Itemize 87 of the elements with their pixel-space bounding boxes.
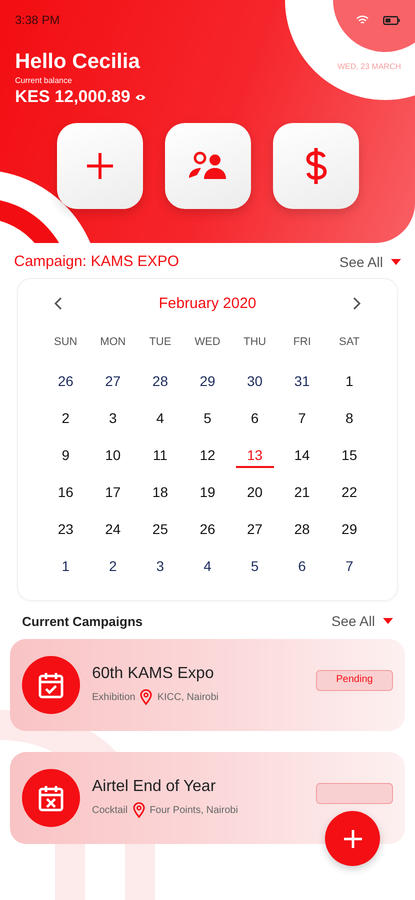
campaign-type: Cocktail [92, 804, 128, 816]
calendar-day[interactable]: 23 [46, 514, 85, 542]
calendar-day[interactable]: 13 [236, 440, 274, 468]
calendar-day[interactable]: 5 [188, 403, 226, 431]
balance-label: Current balance [15, 76, 73, 85]
calendar-day[interactable]: 31 [283, 366, 322, 394]
see-all-button[interactable]: See All [331, 613, 393, 629]
calendar-day[interactable]: 29 [188, 366, 226, 394]
section-title: Current Campaigns [22, 614, 143, 628]
campaign-name: Airtel End of Year [92, 778, 217, 796]
calendar-day[interactable]: 5 [236, 551, 274, 579]
caret-icon [391, 258, 401, 264]
plus-icon [84, 151, 114, 181]
action-button[interactable] [56, 123, 142, 209]
weekday-label: TUE [149, 336, 172, 350]
see-all-button[interactable]: See All [339, 254, 401, 270]
chevron-left-icon [54, 297, 62, 310]
calendar-day[interactable]: 26 [188, 514, 226, 542]
plus-icon [342, 828, 362, 848]
action-button[interactable] [272, 123, 358, 209]
status-badge: Pending [316, 670, 393, 690]
weekday-label: MON [100, 336, 126, 350]
campaign-location: Four Points, Nairobi [150, 804, 238, 816]
calendar-day[interactable]: 21 [283, 477, 322, 505]
calendar-day[interactable]: 7 [330, 551, 368, 579]
eye-icon[interactable] [135, 94, 146, 100]
calendar-day[interactable]: 28 [141, 366, 180, 394]
greeting: Hello Cecilia [15, 50, 140, 74]
calendar-day[interactable]: 11 [141, 440, 180, 468]
calendar-day[interactable]: 6 [236, 403, 274, 431]
calendar-day[interactable]: 9 [46, 440, 85, 468]
campaign-name: 60th KAMS Expo [92, 665, 215, 683]
calendar-day[interactable]: 4 [188, 551, 226, 579]
calendar-day[interactable]: 17 [94, 477, 132, 505]
calendar-day[interactable]: 16 [46, 477, 85, 505]
calendar-day[interactable]: 3 [94, 403, 132, 431]
calendar-day[interactable]: 15 [330, 440, 368, 468]
calendar-day[interactable]: 1 [46, 551, 85, 579]
campaign-card[interactable]: Airtel End of Year Cocktail Four Points, Nairobi [10, 752, 405, 844]
calendar-day[interactable]: 27 [94, 366, 132, 394]
calendar-day[interactable]: 2 [46, 403, 85, 431]
calendar-day[interactable]: 19 [188, 477, 226, 505]
calendar-day[interactable]: 8 [330, 403, 368, 431]
calendar-day[interactable]: 25 [141, 514, 180, 542]
calendar-day[interactable]: 30 [236, 366, 274, 394]
action-button[interactable] [164, 123, 250, 209]
calendar-day[interactable]: 10 [94, 440, 132, 468]
location-pin-icon [140, 689, 152, 705]
calendar-day[interactable]: 26 [46, 366, 85, 394]
location-pin-icon [132, 802, 145, 818]
calendar-day[interactable]: 12 [188, 440, 226, 468]
balance-amount: KES 12,000.89 [15, 87, 130, 107]
people-icon [186, 150, 228, 182]
calendar-day[interactable]: 22 [330, 477, 368, 505]
add-button[interactable] [325, 811, 380, 866]
calendar-day[interactable]: 20 [236, 477, 274, 505]
status-time: 3:38 PM [15, 13, 60, 27]
calendar-cross-icon [37, 784, 65, 812]
calendar-day[interactable]: 6 [283, 551, 322, 579]
campaign-card[interactable]: 60th KAMS Expo Exhibition KICC, Nairobi Pending [10, 639, 405, 731]
calendar-day[interactable]: 27 [236, 514, 274, 542]
wifi-icon [356, 15, 369, 25]
calendar-day[interactable]: 18 [141, 477, 180, 505]
calendar-day[interactable]: 14 [283, 440, 322, 468]
dollar-icon [304, 146, 328, 186]
date-label: WED, 23 MARCH [337, 62, 401, 71]
campaign-type: Exhibition [92, 692, 136, 702]
calendar-day[interactable]: 1 [330, 366, 368, 394]
weekday-label: SAT [339, 336, 360, 350]
battery-icon [383, 16, 400, 24]
calendar-day[interactable]: 3 [141, 551, 180, 579]
calendar-day[interactable]: 7 [283, 403, 322, 431]
month-title: February 2020 [158, 295, 256, 312]
calendar-day[interactable]: 4 [141, 403, 180, 431]
campaign-location: KICC, Nairobi [157, 692, 218, 702]
weekday-label: SUN [54, 336, 78, 350]
weekday-label: THU [243, 336, 266, 350]
calendar-day[interactable]: 24 [94, 514, 132, 542]
calendar-day[interactable]: 29 [330, 514, 368, 542]
weekday-label: WED [194, 336, 220, 350]
calendar-day[interactable]: 28 [283, 514, 322, 542]
chevron-right-icon [353, 297, 361, 310]
caret-icon [383, 618, 393, 624]
calendar-check-icon [37, 671, 65, 699]
weekday-label: FRI [293, 336, 311, 350]
campaign-title: Campaign: KAMS EXPO [14, 253, 180, 270]
calendar-day[interactable]: 2 [94, 551, 132, 579]
